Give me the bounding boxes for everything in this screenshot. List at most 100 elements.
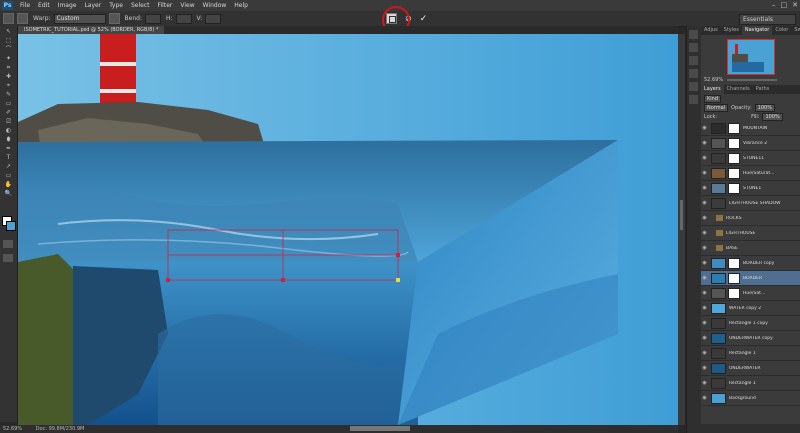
layer-row[interactable]: ◉ STONE11	[701, 151, 800, 166]
clone-stamp-tool[interactable]: ▭	[3, 100, 14, 107]
layer-row[interactable]: ◉ LIGHTHOUSE SHADOW	[701, 196, 800, 211]
vertical-scroll-thumb[interactable]	[680, 200, 683, 230]
shape-tool[interactable]: ▭	[3, 172, 14, 179]
document-canvas[interactable]	[18, 34, 678, 425]
brush-tool[interactable]: ✎	[3, 91, 14, 98]
layer-row[interactable]: ◉ Hue/Sat...	[701, 286, 800, 301]
gradient-tool[interactable]: ◐	[3, 127, 14, 134]
layer-kind-select[interactable]: Kind	[704, 94, 722, 103]
tab-paths[interactable]: Paths	[753, 85, 773, 94]
layer-row[interactable]: ◉ MOUNTAIN	[701, 121, 800, 136]
menu-filter[interactable]: Filter	[154, 0, 177, 11]
history-brush-tool[interactable]: ✐	[3, 109, 14, 116]
layer-row[interactable]: ◉ Background	[701, 391, 800, 406]
tab-channels[interactable]: Channels	[724, 85, 753, 94]
layer-row[interactable]: ◉ BASE	[701, 241, 800, 256]
visibility-eye-icon[interactable]: ◉	[701, 125, 708, 131]
v-input[interactable]	[205, 13, 222, 24]
commit-transform-button[interactable]: ✓	[420, 14, 428, 24]
healing-tool[interactable]: ⌖	[3, 82, 14, 89]
visibility-eye-icon[interactable]: ◉	[701, 305, 708, 311]
menu-type[interactable]: Type	[105, 0, 127, 11]
visibility-eye-icon[interactable]: ◉	[701, 200, 708, 206]
layer-row[interactable]: ◉ BORDER copy	[701, 256, 800, 271]
eyedropper-tool[interactable]: ✚	[3, 73, 14, 80]
menu-select[interactable]: Select	[127, 0, 154, 11]
layer-row[interactable]: ◉ ROCKS	[701, 211, 800, 226]
type-tool[interactable]: T	[3, 154, 14, 161]
crop-tool[interactable]: ⌗	[3, 64, 14, 71]
visibility-eye-icon[interactable]: ◉	[701, 275, 708, 281]
dodge-tool[interactable]: ⬮	[3, 136, 14, 143]
menu-window[interactable]: Window	[199, 0, 231, 11]
tab-swatches[interactable]: Swatch	[791, 26, 800, 35]
transform-tool-icon[interactable]	[3, 13, 14, 24]
status-zoom[interactable]: 52.69%	[3, 426, 22, 432]
layer-mask-thumbnail[interactable]	[728, 272, 740, 284]
horizontal-scroll-thumb[interactable]	[350, 426, 410, 431]
layer-row[interactable]: ◉ Rectangle 1	[701, 346, 800, 361]
layer-row[interactable]: ◉ UNDERWATER copy	[701, 331, 800, 346]
layer-row[interactable]: ◉ STONE1	[701, 181, 800, 196]
quick-mask-icon[interactable]	[3, 240, 13, 248]
layer-row[interactable]: ◉ Vibrance 2	[701, 136, 800, 151]
visibility-eye-icon[interactable]: ◉	[701, 245, 708, 251]
quick-select-tool[interactable]: ✦	[3, 55, 14, 62]
layer-row[interactable]: ◉ Rectangle 1 copy	[701, 316, 800, 331]
menu-file[interactable]: File	[16, 0, 34, 11]
info-panel-icon[interactable]	[689, 56, 698, 65]
tab-color[interactable]: Color	[772, 26, 791, 35]
eraser-tool[interactable]: ⎚	[3, 118, 14, 125]
visibility-eye-icon[interactable]: ◉	[701, 170, 708, 176]
tab-layers[interactable]: Layers	[701, 85, 724, 94]
background-color-swatch[interactable]	[6, 221, 16, 231]
close-button[interactable]: ✕	[792, 0, 798, 11]
workspace-select[interactable]: Essentials	[739, 14, 796, 25]
layer-mask-thumbnail[interactable]	[728, 167, 740, 179]
tab-adjustments[interactable]: Adjus	[701, 26, 721, 35]
hand-tool[interactable]: ✋	[3, 181, 14, 188]
layer-mask-thumbnail[interactable]	[728, 257, 740, 269]
marquee-tool[interactable]: ⬚	[3, 37, 14, 44]
visibility-eye-icon[interactable]: ◉	[701, 215, 708, 221]
blend-mode-select[interactable]: Normal	[704, 103, 729, 112]
tab-navigator[interactable]: Navigator	[741, 26, 773, 35]
layer-row[interactable]: ◉ Hue/Saturat...	[701, 166, 800, 181]
navigator-zoom-value[interactable]: 52.69%	[704, 75, 723, 85]
navigator-zoom-slider[interactable]	[727, 79, 778, 81]
visibility-eye-icon[interactable]: ◉	[701, 185, 708, 191]
change-orientation-icon[interactable]	[108, 13, 120, 24]
tab-styles[interactable]: Styles	[721, 26, 742, 35]
visibility-eye-icon[interactable]: ◉	[701, 155, 708, 161]
layer-mask-thumbnail[interactable]	[728, 287, 740, 299]
layer-row[interactable]: ◉ BORDER	[701, 271, 800, 286]
layer-mask-thumbnail[interactable]	[728, 182, 740, 194]
layer-row[interactable]: ◉ WATER copy 2	[701, 301, 800, 316]
layer-row[interactable]: ◉ Rectangle 1	[701, 376, 800, 391]
paragraph-panel-icon[interactable]	[689, 82, 698, 91]
screen-mode-icon[interactable]	[3, 254, 13, 262]
layer-row[interactable]: ◉ LIGHTHOUSE	[701, 226, 800, 241]
opacity-input[interactable]: 100%	[754, 103, 775, 112]
layer-mask-thumbnail[interactable]	[728, 122, 740, 134]
bend-input[interactable]	[144, 13, 161, 24]
fill-input[interactable]: 100%	[762, 112, 783, 121]
path-select-tool[interactable]: ↗	[3, 163, 14, 170]
h-input[interactable]	[175, 13, 192, 24]
visibility-eye-icon[interactable]: ◉	[701, 230, 708, 236]
properties-panel-icon[interactable]	[689, 43, 698, 52]
menu-image[interactable]: Image	[54, 0, 81, 11]
history-panel-icon[interactable]	[689, 30, 698, 39]
visibility-eye-icon[interactable]: ◉	[701, 290, 708, 296]
visibility-eye-icon[interactable]: ◉	[701, 320, 708, 326]
reference-point-icon[interactable]	[17, 13, 28, 24]
character-panel-icon[interactable]	[689, 69, 698, 78]
menu-layer[interactable]: Layer	[80, 0, 105, 11]
minimize-button[interactable]: –	[772, 0, 776, 11]
move-tool[interactable]: ↖	[3, 28, 14, 35]
visibility-eye-icon[interactable]: ◉	[701, 350, 708, 356]
layer-mask-thumbnail[interactable]	[728, 137, 740, 149]
navigator-thumbnail[interactable]	[726, 39, 775, 75]
menu-view[interactable]: View	[176, 0, 198, 11]
lasso-tool[interactable]: ⌒	[3, 46, 14, 53]
